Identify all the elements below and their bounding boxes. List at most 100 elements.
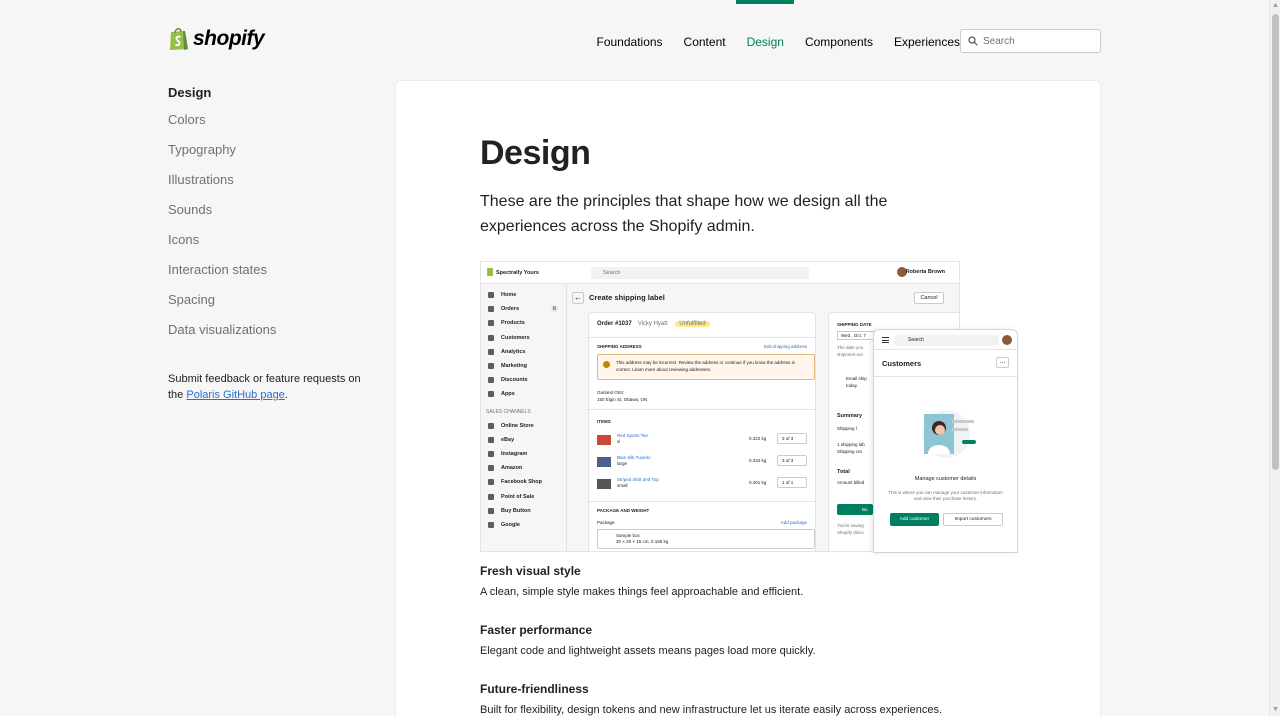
- shopify-bag-icon: [170, 28, 188, 50]
- mock-package-sub: Package: [597, 520, 615, 525]
- sidebar-item-icons[interactable]: Icons: [168, 225, 368, 255]
- phone-add-customer-button: Add customer: [890, 513, 939, 526]
- principle-title: Faster performance: [480, 623, 593, 637]
- mock-channel-instagram: Instagram: [481, 447, 566, 461]
- mock-nav-products: Products: [481, 316, 566, 330]
- phone-manage-title: Manage customer details: [914, 476, 977, 482]
- principle-item: Faster performance Elegant code and ligh…: [480, 621, 1000, 661]
- back-arrow-icon: ←: [572, 292, 584, 304]
- products-icon: [488, 320, 494, 327]
- google-icon: [488, 521, 494, 528]
- mock-item-row: Striped Skirt and Top small 0.401 kg 1 of 1: [597, 477, 809, 493]
- principle-item: Fresh visual style A clean, simple style…: [480, 562, 1000, 602]
- marketing-icon: [488, 363, 494, 370]
- mock-items-label: ITEMS: [597, 419, 611, 424]
- sidebar-item-spacing[interactable]: Spacing: [168, 285, 368, 315]
- mock-nav-marketing: Marketing: [481, 359, 566, 373]
- scroll-down-arrow-icon[interactable]: ▼: [1272, 706, 1279, 714]
- sidebar-item-colors[interactable]: Colors: [168, 105, 368, 135]
- mock-user-name: Roberta Brown: [905, 269, 945, 275]
- mock-nav-orders: Orders 6: [481, 302, 566, 316]
- mock-total-label: Total: [837, 469, 850, 475]
- more-icon: ...: [996, 357, 1009, 368]
- mock-channel-amazon: Amazon: [481, 461, 566, 475]
- nav-components[interactable]: Components: [794, 0, 883, 60]
- analytics-icon: [488, 348, 494, 355]
- mock-summary-label: Summary: [837, 413, 863, 419]
- content-card: Design These are the principles that sha…: [395, 80, 1101, 716]
- discounts-icon: [488, 377, 494, 384]
- nav-design[interactable]: Design: [736, 0, 795, 60]
- shopify-logo[interactable]: shopify: [168, 26, 265, 51]
- amazon-icon: [488, 465, 494, 472]
- unfulfilled-badge: Unfulfilled: [675, 321, 710, 327]
- mock-buy-button: Bu: [837, 504, 873, 515]
- mock-item-row: Red Sports Tee xl 0.322 kg 3 of 3: [597, 433, 809, 449]
- mock-heading: ← Create shipping label: [572, 292, 665, 304]
- mock-saving-note: You're saving Shopify disco: [837, 523, 864, 535]
- mock-channel-buy-button: Buy Button: [481, 504, 566, 518]
- search-box: [960, 29, 1101, 53]
- mock-channel-pos: Point of Sale: [481, 489, 566, 503]
- sidebar-item-typography[interactable]: Typography: [168, 135, 368, 165]
- mock-summary-lines: 1 shipping lab Shipping cre: [837, 442, 865, 454]
- mock-sidebar: Home Orders 6 Products Customers Analytic…: [481, 284, 567, 551]
- sidebar-item-interaction-states[interactable]: Interaction states: [168, 255, 368, 285]
- mock-item-row: Blue Silk Tuxedo large 0.334 kg 3 of 3: [597, 455, 809, 471]
- mobile-screenshot: Search Customers ... Manage customer det…: [873, 329, 1018, 553]
- mock-channel-google: Google: [481, 518, 566, 532]
- instagram-icon: [488, 450, 494, 457]
- principle-title: Future-friendliness: [480, 682, 589, 696]
- github-link[interactable]: Polaris GitHub page: [186, 389, 284, 401]
- page-title: Design: [480, 134, 591, 172]
- phone-topbar: Search: [874, 330, 1017, 350]
- mock-shipping-date: Wed , Oct. 7: [837, 331, 877, 340]
- customers-icon: [488, 334, 494, 341]
- logo-wordmark: shopify: [193, 26, 265, 50]
- nav-experiences[interactable]: Experiences: [883, 0, 970, 60]
- page-scrollbar[interactable]: ▲ ▼: [1269, 0, 1280, 716]
- sidebar-heading[interactable]: Design: [168, 80, 368, 105]
- mock-channel-online-store: Online Store: [481, 419, 566, 433]
- sidebar-item-illustrations[interactable]: Illustrations: [168, 165, 368, 195]
- mock-package-label: PACKAGE AND WEIGHT: [597, 508, 650, 513]
- feedback-note: Submit feedback or feature requests on t…: [168, 371, 368, 403]
- mock-package-select: Sample box 30 × 20 × 15 cm, 0.168 kg: [597, 529, 815, 549]
- home-icon: [488, 292, 494, 299]
- phone-import-customers-button: Import customers: [943, 513, 1003, 526]
- mock-nav-apps: Apps: [481, 387, 566, 401]
- facebook-icon: [488, 479, 494, 486]
- mock-date-note: The date you shipment out: [837, 345, 864, 357]
- nav-foundations[interactable]: Foundations: [586, 0, 673, 60]
- mock-nav-customers: Customers: [481, 331, 566, 345]
- mock-order-card: Order #1037 Vicky Hyatt Unfulfilled SHIPP…: [589, 313, 815, 551]
- mock-shopify-icon: [487, 268, 493, 276]
- scrollbar-thumb[interactable]: [1272, 14, 1279, 470]
- customer-illustration-icon: [922, 410, 976, 458]
- mock-amount-billed: Amount billed: [837, 480, 865, 485]
- phone-search: Search: [895, 335, 999, 346]
- mock-channel-ebay: eBay: [481, 433, 566, 447]
- scroll-up-arrow-icon[interactable]: ▲: [1272, 2, 1279, 10]
- mock-nav-home: Home: [481, 288, 566, 302]
- nav-content[interactable]: Content: [673, 0, 736, 60]
- sidebar: Design Colors Typography Illustrations S…: [168, 80, 368, 403]
- mock-order-number: Order #1037 Vicky Hyatt Unfulfilled: [597, 321, 710, 327]
- mock-search: Search: [591, 267, 809, 279]
- sidebar-item-sounds[interactable]: Sounds: [168, 195, 368, 225]
- mock-cancel-button: Cancel: [914, 292, 944, 304]
- mock-shipping-date-label: SHIPPING DATE: [837, 322, 872, 327]
- sidebar-item-data-visualizations[interactable]: Data visualizations: [168, 315, 368, 345]
- orders-icon: [488, 306, 494, 313]
- mock-nav-discounts: Discounts: [481, 373, 566, 387]
- search-input[interactable]: [983, 35, 1093, 47]
- hamburger-icon: [882, 337, 889, 343]
- pos-icon: [488, 493, 494, 500]
- mock-topbar: Spectrally Yours Search Roberta Brown: [481, 262, 959, 284]
- mock-edit-address-link: Edit shipping address: [763, 344, 807, 349]
- principle-desc: A clean, simple style makes things feel …: [480, 586, 804, 598]
- feedback-period: .: [284, 389, 288, 401]
- orders-badge: 6: [550, 306, 558, 313]
- phone-avatar: [1002, 335, 1012, 345]
- mock-address-warning: This address may be incorrect. Review th…: [597, 354, 815, 380]
